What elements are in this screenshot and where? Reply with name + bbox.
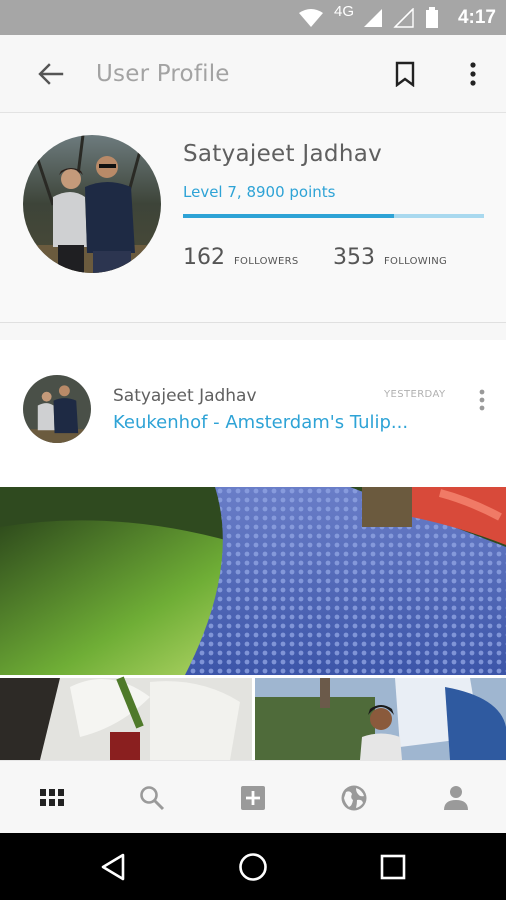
more-vert-icon[interactable] <box>453 54 493 94</box>
profile-name: Satyajeet Jadhav <box>183 141 382 167</box>
system-navigation-bar <box>0 833 506 900</box>
post-author-name[interactable]: Satyajeet Jadhav <box>113 386 257 406</box>
post-more-icon[interactable] <box>470 386 494 414</box>
level-text: Level 7, 8900 points <box>183 183 336 201</box>
battery-icon <box>425 0 439 35</box>
following-count: 353 <box>333 245 375 270</box>
post-title-link[interactable]: Keukenhof - Amsterdam's Tulip... <box>113 412 458 433</box>
search-icon[interactable] <box>132 778 172 818</box>
followers-count: 162 <box>183 245 225 270</box>
level-progress-bar <box>183 214 484 218</box>
back-arrow-icon[interactable] <box>31 54 71 94</box>
following-label: FOLLOWING <box>384 256 448 267</box>
home-circle-icon[interactable] <box>232 846 274 888</box>
level-progress-fill <box>183 214 394 218</box>
post-timestamp: YESTERDAY <box>384 389 446 400</box>
status-bar: 4G 4:17 <box>0 0 506 35</box>
clock: 4:17 <box>457 6 496 28</box>
bookmark-icon[interactable] <box>385 54 425 94</box>
signal-icon <box>362 0 384 35</box>
post-author-avatar[interactable] <box>23 375 91 443</box>
recents-square-icon[interactable] <box>372 846 414 888</box>
app-bar: User Profile <box>0 35 506 113</box>
followers-stat[interactable]: 162 FOLLOWERS <box>183 245 298 270</box>
network-type: 4G <box>334 3 355 20</box>
signal-empty-icon <box>393 0 415 35</box>
add-box-icon[interactable] <box>233 778 273 818</box>
followers-label: FOLLOWERS <box>234 256 299 267</box>
person-icon[interactable] <box>436 778 476 818</box>
back-triangle-icon[interactable] <box>92 846 134 888</box>
grid-icon[interactable] <box>32 778 72 818</box>
post-card[interactable]: Satyajeet Jadhav YESTERDAY Keukenhof - A… <box>0 340 506 760</box>
page-title: User Profile <box>96 61 230 87</box>
profile-avatar[interactable] <box>23 135 161 273</box>
profile-header: Satyajeet Jadhav Level 7, 8900 points 16… <box>0 113 506 323</box>
following-stat[interactable]: 353 FOLLOWING <box>333 245 447 270</box>
globe-icon[interactable] <box>334 778 374 818</box>
bottom-navigation <box>0 760 506 833</box>
post-photo-collage[interactable] <box>0 487 506 760</box>
wifi-icon <box>298 0 324 35</box>
